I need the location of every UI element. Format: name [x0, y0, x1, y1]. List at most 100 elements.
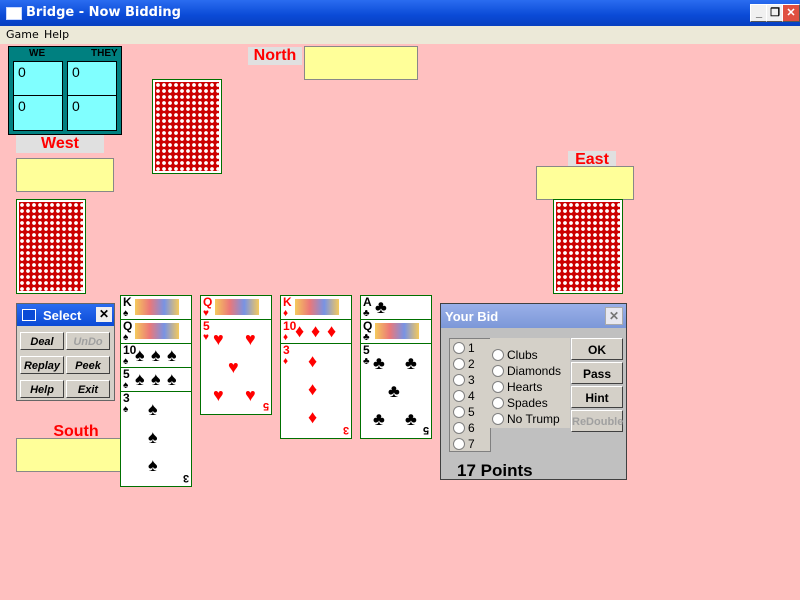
score-cell: 0 — [67, 95, 117, 131]
face-card-art — [215, 299, 259, 315]
clubs-pip-icon: ♣ — [373, 353, 385, 373]
face-card-art — [135, 299, 179, 315]
spades-pip-icon: ♠ — [151, 345, 161, 365]
diamonds-pip-icon: ♦ — [295, 321, 305, 341]
your-bid-title: Your Bid — [445, 309, 499, 324]
card-rank: 5 ♥ — [203, 319, 210, 343]
card-rank: Q ♣ — [363, 319, 373, 343]
exit-button[interactable]: Exit — [66, 380, 110, 398]
score-cell: 0 — [13, 61, 63, 97]
your-bid-close-button[interactable]: ✕ — [605, 307, 623, 325]
pass-button[interactable]: Pass — [571, 362, 623, 384]
south-bid-box — [16, 438, 130, 472]
level-radio-3[interactable]: 3 — [453, 373, 475, 387]
seat-label-west: West — [16, 135, 104, 153]
hearts-pip-icon: ♥ — [213, 329, 224, 349]
score-header-we: WE — [29, 48, 46, 59]
west-card-back — [16, 199, 86, 294]
card-rank-bottom: 3 — [182, 472, 189, 484]
level-radio-5[interactable]: 5 — [453, 405, 475, 419]
score-table: WE THEY 0 0 0 0 — [8, 46, 122, 135]
card-3-diamonds[interactable]: 3 ♦ ♦ ♦ ♦ 3 — [280, 343, 352, 439]
face-card-art — [375, 323, 419, 339]
spades-pip-icon: ♠ — [135, 345, 145, 365]
diamonds-pip-icon: ♦ — [311, 321, 321, 341]
help-button[interactable]: Help — [20, 380, 64, 398]
card-rank: Q ♠ — [123, 319, 133, 343]
card-rank: K ♦ — [283, 295, 292, 319]
select-panel-header: Select ✕ — [17, 304, 114, 326]
face-card-art — [295, 299, 339, 315]
spades-pip-icon: ♠ — [167, 345, 177, 365]
clubs-pip-icon: ♣ — [375, 297, 387, 317]
your-bid-dialog: Your Bid ✕ 1 2 3 4 5 6 7 Clubs Diamonds … — [440, 303, 627, 480]
app-icon — [6, 7, 22, 20]
level-radio-6[interactable]: 6 — [453, 421, 475, 435]
redouble-button[interactable]: ReDouble — [571, 410, 623, 432]
diamonds-pip-icon: ♦ — [308, 351, 318, 371]
strain-radio-no-trump[interactable]: No Trump — [492, 412, 560, 426]
west-bid-box — [16, 158, 114, 192]
level-radio-4[interactable]: 4 — [453, 389, 475, 403]
undo-button[interactable]: UnDo — [66, 332, 110, 350]
replay-button[interactable]: Replay — [20, 356, 64, 374]
menu-bar: Game Help — [0, 26, 800, 44]
clubs-pip-icon: ♣ — [405, 353, 417, 373]
score-header-they: THEY — [91, 48, 118, 59]
face-card-art — [135, 323, 179, 339]
seat-label-north: North — [248, 47, 302, 65]
card-rank-bottom: 3 — [342, 424, 349, 436]
title-bar: Bridge - Now Bidding _ ❐ ✕ — [0, 0, 800, 26]
card-rank: 5 ♠ — [123, 367, 130, 391]
close-button[interactable]: ✕ — [782, 4, 800, 22]
score-cell: 0 — [13, 95, 63, 131]
card-rank: Q ♥ — [203, 295, 213, 319]
spades-pip-icon: ♠ — [151, 369, 161, 389]
spades-pip-icon: ♠ — [167, 369, 177, 389]
clubs-pip-icon: ♣ — [373, 409, 385, 429]
select-close-button[interactable]: ✕ — [96, 307, 112, 322]
north-bid-box — [304, 46, 418, 80]
spades-pip-icon: ♠ — [135, 369, 145, 389]
hearts-pip-icon: ♥ — [228, 357, 239, 377]
clubs-pip-icon: ♣ — [388, 381, 400, 401]
card-rank: 5 ♣ — [363, 343, 370, 367]
diamonds-pip-icon: ♦ — [327, 321, 337, 341]
clubs-pip-icon: ♣ — [405, 409, 417, 429]
select-panel-title: Select — [43, 308, 82, 323]
strain-radio-spades[interactable]: Spades — [492, 396, 548, 410]
card-3-spades[interactable]: 3 ♠ ♠ ♠ ♠ 3 — [120, 391, 192, 487]
menu-help[interactable]: Help — [44, 28, 69, 41]
hint-button[interactable]: Hint — [571, 386, 623, 408]
hearts-pip-icon: ♥ — [245, 385, 256, 405]
ok-button[interactable]: OK — [571, 338, 623, 360]
points-label: 17 Points — [457, 461, 533, 480]
select-panel: Select ✕ Deal UnDo Replay Peek Help Exit — [16, 303, 115, 401]
card-rank-bottom: 5 — [422, 424, 429, 436]
east-card-back — [553, 199, 623, 294]
hearts-pip-icon: ♥ — [245, 329, 256, 349]
card-5-clubs[interactable]: 5 ♣ ♣ ♣ ♣ ♣ ♣ 5 — [360, 343, 432, 439]
deal-button[interactable]: Deal — [20, 332, 64, 350]
level-radio-group: 1 2 3 4 5 6 7 — [449, 338, 491, 452]
north-card-back — [152, 79, 222, 174]
level-radio-7[interactable]: 7 — [453, 437, 475, 451]
menu-game[interactable]: Game — [6, 28, 39, 41]
strain-radio-diamonds[interactable]: Diamonds — [492, 364, 561, 378]
card-rank-bottom: 5 — [262, 400, 269, 412]
level-radio-2[interactable]: 2 — [453, 357, 475, 371]
card-rank: 3 ♦ — [283, 343, 290, 367]
strain-radio-clubs[interactable]: Clubs — [492, 348, 538, 362]
level-radio-1[interactable]: 1 — [453, 341, 475, 355]
hearts-pip-icon: ♥ — [213, 385, 224, 405]
card-rank: 3 ♠ — [123, 391, 130, 415]
card-5-hearts[interactable]: 5 ♥ ♥ ♥ ♥ ♥ ♥ 5 — [200, 319, 272, 415]
diamonds-pip-icon: ♦ — [308, 407, 318, 427]
window-icon — [22, 309, 36, 321]
spades-pip-icon: ♠ — [148, 399, 158, 419]
peek-button[interactable]: Peek — [66, 356, 110, 374]
east-bid-box — [536, 166, 634, 200]
strain-radio-hearts[interactable]: Hearts — [492, 380, 542, 394]
your-bid-header: Your Bid ✕ — [441, 304, 626, 328]
spades-pip-icon: ♠ — [148, 427, 158, 447]
